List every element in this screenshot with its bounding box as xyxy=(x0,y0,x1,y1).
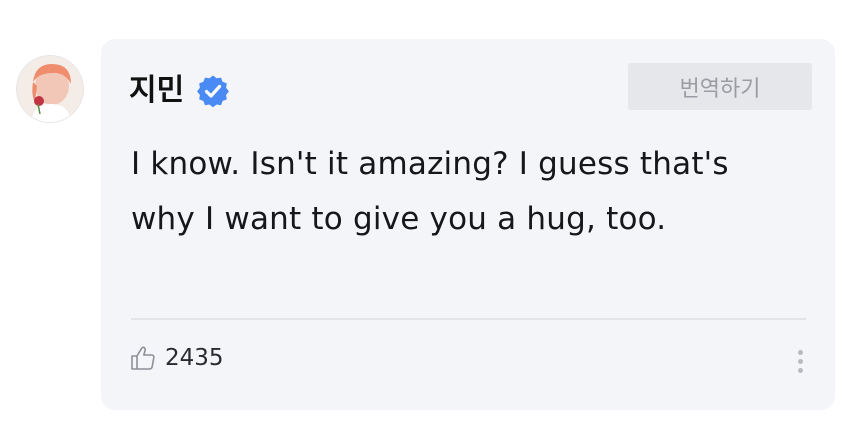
translate-button[interactable]: 번역하기 xyxy=(628,63,812,110)
author-name: 지민 xyxy=(129,73,185,108)
more-vertical-icon[interactable] xyxy=(793,350,807,380)
verified-badge-icon xyxy=(197,75,230,108)
author-row: 지민 xyxy=(129,73,230,109)
avatar[interactable] xyxy=(17,56,83,122)
like-button[interactable]: 2435 xyxy=(129,344,224,372)
divider xyxy=(131,318,806,320)
comment-card: 지민 번역하기 I know. Isn't it amazing? I gues… xyxy=(101,39,835,410)
like-count: 2435 xyxy=(165,345,224,371)
comment-text: I know. Isn't it amazing? I guess that's… xyxy=(131,146,729,237)
thumbs-up-icon xyxy=(131,346,155,370)
comment-screen: 지민 번역하기 I know. Isn't it amazing? I gues… xyxy=(0,0,856,441)
avatar-image xyxy=(17,56,83,122)
